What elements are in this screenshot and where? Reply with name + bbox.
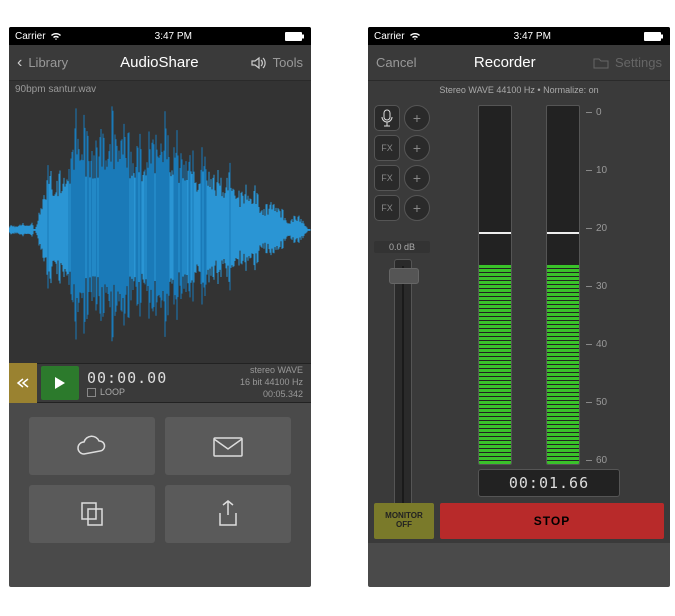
scale-tick: 40 [586, 339, 607, 350]
scale-tick: 30 [586, 281, 607, 292]
scale-tick: 0 [586, 107, 602, 118]
wifi-icon [409, 32, 421, 41]
cancel-label: Cancel [376, 55, 416, 70]
audioshare-screen: Carrier 3:47 PM ‹ Library AudioShare Too… [9, 27, 311, 587]
gain-readout: 0.0 dB [374, 241, 430, 253]
speaker-icon[interactable] [251, 56, 267, 70]
monitor-label-2: OFF [396, 521, 412, 530]
scale-tick: 20 [586, 223, 607, 234]
nav-bar: Cancel Recorder Settings [368, 45, 670, 81]
battery-icon [644, 32, 664, 41]
loop-checkbox[interactable] [87, 388, 96, 397]
carrier-label: Carrier [15, 31, 46, 42]
nav-bar: ‹ Library AudioShare Tools [9, 45, 311, 81]
cloud-button[interactable] [29, 417, 155, 475]
scale-tick: 50 [586, 397, 607, 408]
recorder-body: + FX + FX + FX + 0.0 dB [368, 99, 670, 543]
battery-icon [285, 32, 305, 41]
loop-label: LOOP [100, 387, 125, 397]
db-scale: 0 10 20 30 40 50 60 [586, 107, 606, 467]
recording-info: Stereo WAVE 44100 Hz • Normalize: on [368, 81, 670, 99]
chevron-left-icon: ‹ [17, 54, 22, 72]
record-time: 00:01.66 [478, 469, 620, 497]
copy-button[interactable] [29, 485, 155, 543]
nav-title: AudioShare [120, 54, 198, 71]
mail-button[interactable] [165, 417, 291, 475]
back-button[interactable]: ‹ Library [17, 54, 68, 72]
fx-slot-3[interactable]: FX [374, 195, 400, 221]
monitor-button[interactable]: MONITOR OFF [374, 503, 434, 539]
scale-tick: 60 [586, 455, 607, 466]
collapse-button[interactable] [9, 363, 37, 403]
carrier-label: Carrier [374, 31, 405, 42]
file-meta: stereo WAVE 16 bit 44100 Hz 00:05.342 [240, 365, 311, 400]
add-fx-3[interactable]: + [404, 195, 430, 221]
waveform-display[interactable] [9, 97, 311, 363]
action-grid [9, 403, 311, 557]
meta-format: stereo WAVE [240, 365, 303, 377]
clock-label: 3:47 PM [155, 31, 192, 42]
fx-slot-2[interactable]: FX [374, 165, 400, 191]
add-input-button[interactable]: + [404, 105, 430, 131]
back-label: Library [28, 55, 68, 70]
peak-indicator-right [547, 232, 579, 234]
level-meters [478, 105, 580, 465]
tools-button[interactable]: Tools [273, 55, 303, 70]
fx-slot-1[interactable]: FX [374, 135, 400, 161]
stop-label: STOP [534, 514, 570, 528]
share-button[interactable] [165, 485, 291, 543]
loop-toggle[interactable]: LOOP [87, 387, 240, 397]
recorder-screen: Carrier 3:47 PM Cancel Recorder Settings… [368, 27, 670, 587]
filename-bar: 90bpm santur.wav [9, 81, 311, 97]
cancel-button[interactable]: Cancel [376, 55, 416, 70]
scale-tick: 10 [586, 165, 607, 176]
meta-duration: 00:05.342 [240, 389, 303, 401]
waveform-svg [9, 97, 311, 363]
transport-bar: 00:00.00 LOOP stereo WAVE 16 bit 44100 H… [9, 363, 311, 403]
fader-knob[interactable] [389, 268, 419, 284]
status-bar: Carrier 3:47 PM [9, 27, 311, 45]
settings-button[interactable]: Settings [615, 55, 662, 70]
meter-right [546, 105, 580, 465]
nav-title: Recorder [474, 54, 536, 71]
wifi-icon [50, 32, 62, 41]
clock-label: 3:47 PM [514, 31, 551, 42]
stop-button[interactable]: STOP [440, 503, 664, 539]
filename-label: 90bpm santur.wav [15, 84, 96, 95]
meter-left [478, 105, 512, 465]
gain-fader[interactable] [394, 259, 412, 539]
peak-indicator-left [479, 232, 511, 234]
playback-time: 00:00.00 [87, 369, 240, 387]
add-fx-2[interactable]: + [404, 165, 430, 191]
folder-icon[interactable] [593, 56, 609, 69]
status-bar: Carrier 3:47 PM [368, 27, 670, 45]
add-fx-1[interactable]: + [404, 135, 430, 161]
mic-button[interactable] [374, 105, 400, 131]
fx-column: + FX + FX + FX + [374, 105, 430, 221]
play-button[interactable] [41, 366, 79, 400]
meta-specs: 16 bit 44100 Hz [240, 377, 303, 389]
